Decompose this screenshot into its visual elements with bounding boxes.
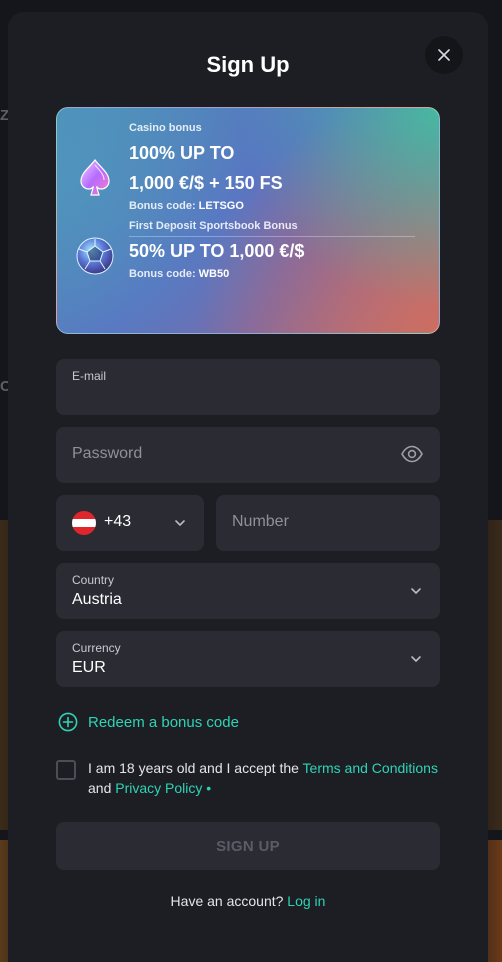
plus-circle-icon	[58, 712, 78, 732]
terms-link[interactable]: Terms and Conditions	[303, 760, 438, 776]
country-select[interactable]: Country Austria	[56, 563, 440, 619]
bonus-code-value: WB50	[198, 268, 230, 280]
have-account-text: Have an account?	[170, 893, 288, 909]
password-placeholder: Password	[72, 445, 143, 462]
bonus-code-prefix: Bonus code:	[129, 200, 199, 212]
password-field[interactable]: Password	[56, 427, 440, 483]
casino-bonus-amount-line1: 100% UP TO	[129, 143, 235, 163]
chevron-down-icon	[411, 656, 421, 662]
sports-bonus-label: First Deposit Sportsbook Bonus	[129, 220, 298, 232]
login-prompt: Have an account? Log in	[8, 893, 488, 909]
number-placeholder: Number	[232, 513, 289, 530]
phone-code-select[interactable]: +43	[56, 495, 204, 551]
phone-code-value: +43	[104, 513, 132, 530]
country-value: Austria	[72, 591, 122, 608]
currency-label: Currency	[72, 641, 121, 655]
bonus-card: Casino bonus 100% UP TO 1,000 €/$ + 150 …	[56, 107, 440, 334]
terms-text: I am 18 years old and I accept the Terms…	[88, 758, 448, 798]
football-icon	[73, 234, 117, 283]
redeem-label: Redeem a bonus code	[88, 713, 239, 731]
redeem-bonus-code-button[interactable]: Redeem a bonus code	[58, 712, 239, 732]
spade-icon	[73, 156, 117, 205]
show-password-icon[interactable]	[401, 445, 423, 468]
terms-prefix: I am 18 years old and I accept the	[88, 760, 303, 776]
login-link[interactable]: Log in	[287, 893, 325, 909]
chevron-down-icon	[411, 588, 421, 594]
casino-bonus-code: Bonus code: LETSGO	[129, 200, 283, 212]
casino-bonus-label: Casino bonus	[129, 122, 202, 134]
country-label: Country	[72, 573, 115, 587]
sports-bonus-amount: 50% UP TO 1,000 €/$	[129, 241, 305, 261]
chevron-down-icon	[175, 520, 185, 526]
bonus-code-value: LETSGO	[198, 200, 244, 212]
bonus-code-prefix: Bonus code:	[129, 268, 199, 280]
modal-title: Sign Up	[206, 52, 290, 77]
email-label: E-mail	[72, 369, 107, 383]
terms-middle: and	[88, 780, 116, 796]
currency-select[interactable]: Currency EUR	[56, 631, 440, 687]
age-terms-checkbox[interactable]	[56, 760, 76, 780]
casino-bonus-amount-line2: 1,000 €/$ + 150 FS	[129, 173, 283, 193]
signup-modal: Sign Up Casino bonus 100% UP TO 1,000 €/…	[8, 12, 488, 962]
privacy-policy-link[interactable]: Privacy Policy	[115, 780, 202, 796]
required-mark: •	[202, 780, 212, 796]
signup-button[interactable]: SIGN UP	[56, 822, 440, 870]
austria-flag-icon	[72, 511, 96, 535]
currency-value: EUR	[72, 659, 106, 676]
sports-bonus-code: Bonus code: WB50	[129, 268, 304, 280]
phone-number-field[interactable]: Number	[216, 495, 440, 551]
email-field[interactable]: E-mail	[56, 359, 440, 415]
